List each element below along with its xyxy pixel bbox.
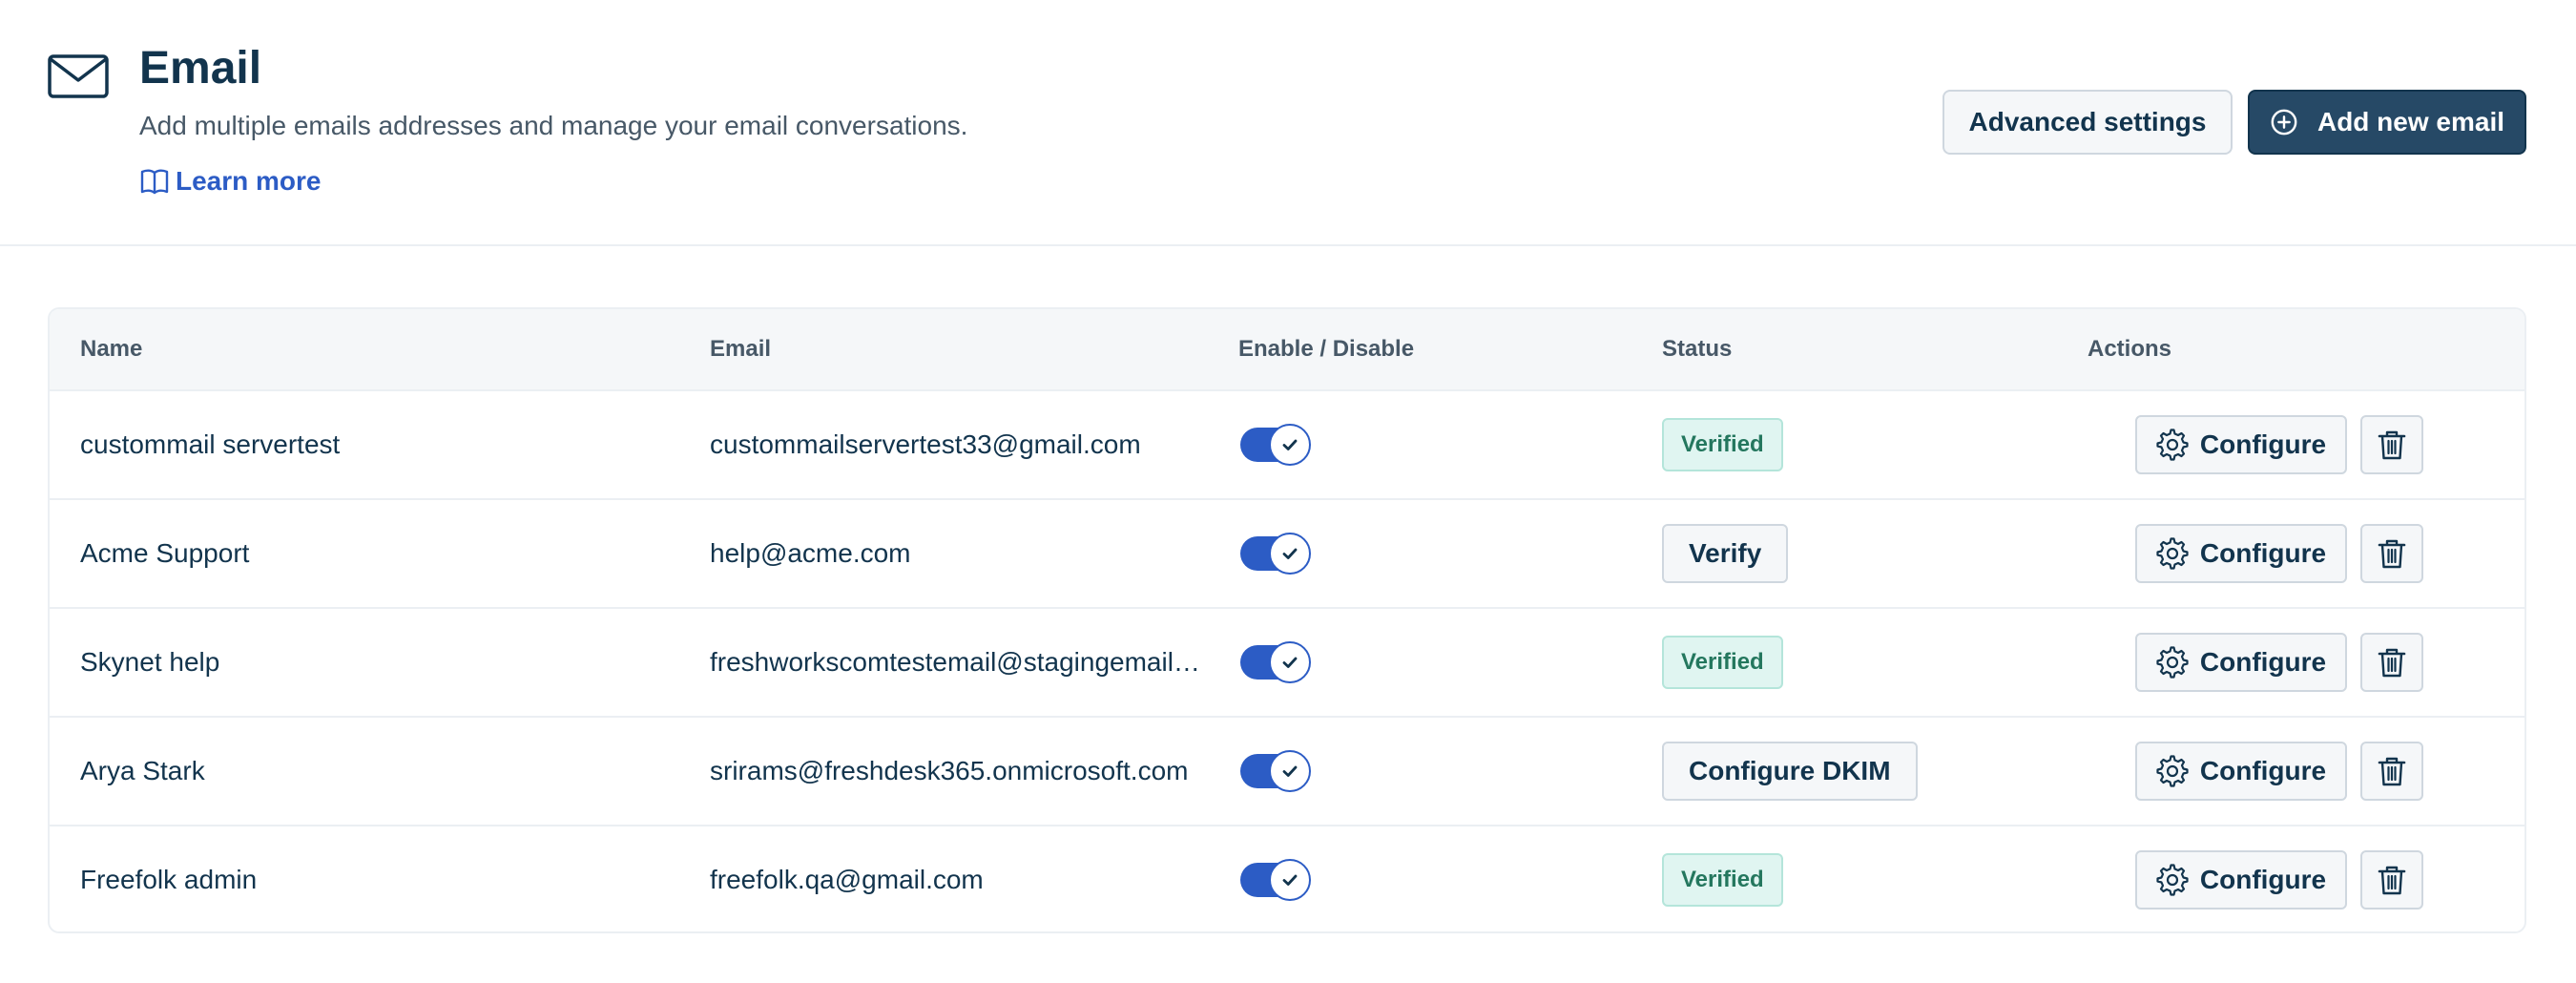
row-email: help@acme.com [710,500,1215,607]
delete-button[interactable] [2360,524,2423,583]
page-subtitle: Add multiple emails addresses and manage… [139,111,968,140]
trash-icon [2378,430,2406,460]
configure-label: Configure [2199,647,2327,677]
trash-icon [2378,539,2406,569]
row-status: Verify [1662,500,1789,607]
row-toggle-cell [1240,826,1311,931]
toggle-knob [1269,424,1311,466]
gear-icon [2156,646,2189,679]
gear-icon [2156,537,2189,570]
configure-button[interactable]: Configure [2135,742,2347,801]
table-row: Acme Support help@acme.com Verify Configure [50,500,2524,609]
column-header-status: Status [1662,336,1733,362]
toggle-knob [1269,859,1311,901]
advanced-settings-button[interactable]: Advanced settings [1942,90,2233,155]
configure-label: Configure [2199,865,2327,894]
configure-button[interactable]: Configure [2135,415,2347,474]
status-badge: Verified [1662,853,1783,907]
delete-button[interactable] [2360,742,2423,801]
table-row: Skynet help freshworkscomtestemail@stagin… [50,609,2524,718]
column-header-email: Email [710,336,772,362]
toggle-knob [1269,750,1311,792]
row-email: custommailservertest33@gmail.com [710,391,1215,498]
status-badge: Verified [1662,418,1783,471]
trash-icon [2378,866,2406,895]
delete-button[interactable] [2360,633,2423,692]
learn-more-link[interactable]: Learn more [139,164,322,199]
row-email-text: freshworkscomtestemail@stagingemail… [710,647,1200,677]
configure-button[interactable]: Configure [2135,633,2347,692]
book-icon [140,169,169,195]
mail-icon [48,54,109,98]
toggle-knob [1269,533,1311,575]
row-email: freshworkscomtestemail@stagingemail… [710,609,1215,716]
page-title: Email [139,43,262,94]
row-toggle-cell [1240,609,1311,716]
row-toggle-cell [1240,500,1311,607]
row-email-text: help@acme.com [710,538,911,568]
status-action-button[interactable]: Verify [1662,524,1789,583]
row-name: Acme Support [80,538,250,568]
configure-button[interactable]: Configure [2135,524,2347,583]
row-status: Verified [1662,609,1783,716]
delete-button[interactable] [2360,850,2423,910]
enable-toggle[interactable] [1240,424,1311,466]
enable-toggle[interactable] [1240,859,1311,901]
check-icon [1282,874,1298,886]
row-email-text: freefolk.qa@gmail.com [710,865,984,894]
row-toggle-cell [1240,718,1311,825]
trash-icon [2378,648,2406,678]
row-email-text: srirams@freshdesk365.onmicrosoft.com [710,756,1189,785]
gear-icon [2156,429,2189,461]
row-email: freefolk.qa@gmail.com [710,826,1215,931]
table-row: custommail servertest custommailservertes… [50,391,2524,500]
configure-label: Configure [2199,756,2327,785]
trash-icon [2378,757,2406,786]
add-new-email-button[interactable]: Add new email [2248,90,2526,155]
delete-button[interactable] [2360,415,2423,474]
plus-circle-icon [2271,109,2297,136]
row-email: srirams@freshdesk365.onmicrosoft.com [710,718,1215,825]
table-row: Freefolk admin freefolk.qa@gmail.com Verif… [50,826,2524,931]
row-toggle-cell [1240,391,1311,498]
add-new-email-label: Add new email [2316,107,2505,136]
configure-label: Configure [2199,429,2327,459]
row-status: Verified [1662,391,1783,498]
configure-label: Configure [2199,538,2327,568]
check-icon [1282,548,1298,559]
column-header-name: Name [80,336,143,362]
row-name: custommail servertest [80,429,341,459]
enable-toggle[interactable] [1240,533,1311,575]
row-status: Verified [1662,826,1783,931]
advanced-settings-label: Advanced settings [1968,107,2207,136]
table-row: Arya Stark srirams@freshdesk365.onmicroso… [50,718,2524,826]
toggle-knob [1269,641,1311,683]
row-name: Arya Stark [80,756,205,785]
enable-toggle[interactable] [1240,641,1311,683]
gear-icon [2156,755,2189,787]
column-header-actions: Actions [2088,336,2172,362]
email-table: Name Email Enable / Disable Status Actio… [48,307,2526,933]
table-header: Name Email Enable / Disable Status Actio… [50,309,2524,391]
status-action-button[interactable]: Configure DKIM [1662,742,1918,801]
row-email-text: custommailservertest33@gmail.com [710,429,1141,459]
gear-icon [2156,864,2189,896]
row-name: Skynet help [80,647,220,677]
configure-button[interactable]: Configure [2135,850,2347,910]
check-icon [1282,765,1298,777]
page-header: Email Add multiple emails addresses and … [0,0,2576,246]
learn-more-label: Learn more [176,166,322,196]
row-name: Freefolk admin [80,865,258,894]
column-header-enable-disable: Enable / Disable [1238,336,1415,362]
status-badge: Verified [1662,636,1783,689]
check-icon [1282,439,1298,450]
check-icon [1282,657,1298,668]
row-status: Configure DKIM [1662,718,1918,825]
enable-toggle[interactable] [1240,750,1311,792]
